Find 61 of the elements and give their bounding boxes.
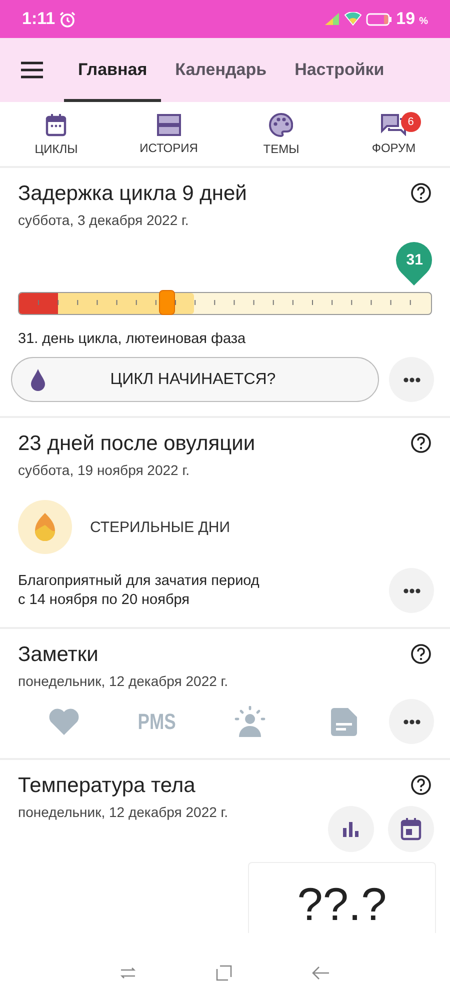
help-icon[interactable] — [410, 643, 432, 665]
more-icon — [402, 588, 420, 594]
clock-time: 1:11 — [22, 9, 56, 29]
pms-label: PMS — [138, 708, 176, 734]
card-date: суббота, 3 декабря 2022 г. — [18, 212, 190, 228]
chat-icon — [380, 114, 407, 136]
menu-icon — [20, 61, 44, 79]
battery-icon — [366, 12, 392, 26]
more-icon — [402, 718, 420, 724]
slider-thumb[interactable] — [159, 290, 176, 315]
palette-icon — [269, 112, 294, 136]
help-icon[interactable] — [410, 182, 432, 204]
recents-button[interactable] — [120, 966, 136, 980]
temperature-value: ??.? — [297, 881, 387, 927]
card-title: Температура тела — [18, 774, 196, 798]
period-range: с 14 ноября по 20 ноября — [18, 592, 191, 608]
card-title: 23 дней после овуляции — [18, 432, 256, 456]
more-icon — [402, 376, 420, 382]
alarm-icon — [59, 10, 76, 28]
battery-percent: 19 — [396, 9, 416, 29]
help-icon[interactable] — [410, 432, 432, 454]
nav-tab[interactable]: Настройки — [280, 38, 398, 102]
card-date: понедельник, 12 декабря 2022 г. — [18, 673, 228, 689]
phase-label: СТЕРИЛЬНЫЕ ДНИ — [90, 518, 230, 536]
card-date: понедельник, 12 декабря 2022 г. — [18, 804, 228, 820]
cycle-start-button[interactable]: ЦИКЛ НАЧИНАЕТСЯ? — [11, 357, 379, 402]
leaf-icon — [33, 512, 57, 542]
home-icon — [216, 965, 232, 981]
more-button[interactable] — [389, 568, 434, 613]
drop-icon — [30, 368, 46, 392]
list-icon — [156, 114, 181, 136]
more-button[interactable] — [389, 699, 434, 744]
back-icon — [312, 966, 330, 980]
calendar-button[interactable] — [388, 806, 434, 852]
recents-icon — [120, 966, 136, 980]
nav-tab[interactable]: Календарь — [161, 38, 281, 102]
period-description: Благоприятный для зачатия период — [18, 573, 260, 589]
nav-tab[interactable]: Главная — [64, 38, 162, 102]
cycle-slider[interactable] — [18, 292, 432, 315]
back-button[interactable] — [312, 966, 330, 980]
card-title: Задержка цикла 9 дней — [18, 182, 247, 206]
bar-chart-icon — [342, 821, 360, 837]
heart-icon — [48, 708, 80, 736]
percent-sign: % — [419, 16, 428, 27]
shortcut-button[interactable]: ТЕМЫ — [225, 102, 338, 166]
shortcut-button[interactable]: ИСТОРИЯ — [112, 102, 225, 166]
shortcut-button[interactable]: ФОРУМ 6 — [338, 102, 450, 166]
home-button[interactable] — [216, 965, 232, 981]
count-badge: 6 — [400, 112, 421, 132]
shortcut-button[interactable]: ЦИКЛЫ — [0, 102, 112, 166]
chart-button[interactable] — [328, 806, 374, 852]
calendar-icon — [45, 112, 68, 136]
card-title: Заметки — [18, 643, 100, 667]
help-icon[interactable] — [410, 774, 432, 796]
signal-icon — [324, 12, 340, 26]
person-sun-icon — [232, 706, 267, 738]
cycle-day-text: 31. день цикла, лютеиновая фаза — [18, 331, 247, 347]
more-button[interactable] — [389, 357, 434, 402]
wifi-icon — [344, 12, 362, 26]
calendar-icon — [400, 817, 422, 841]
card-date: суббота, 19 ноября 2022 г. — [18, 462, 190, 478]
